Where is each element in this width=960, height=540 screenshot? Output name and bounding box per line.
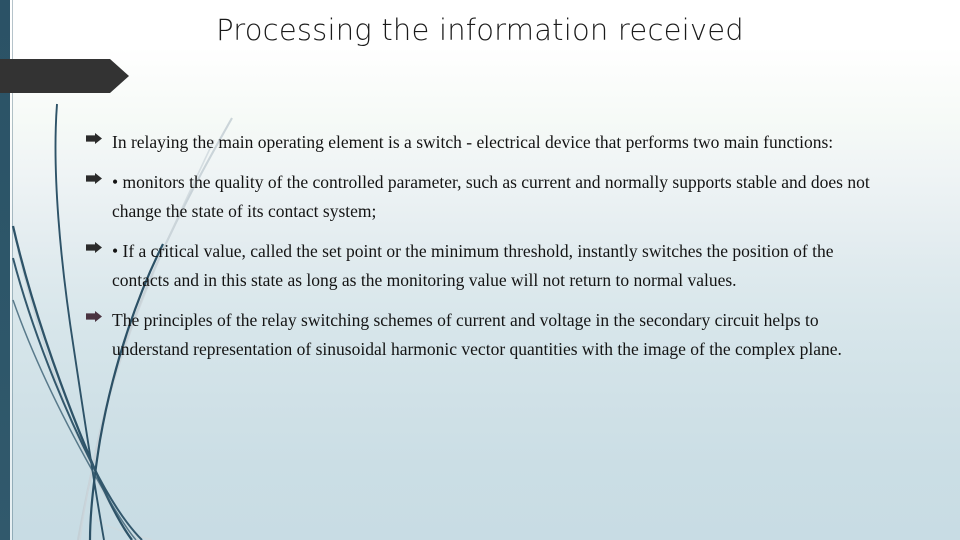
list-item-label: The principles of the relay switching sc… xyxy=(112,310,842,359)
list-item-label: • If a critical value, called the set po… xyxy=(112,241,834,290)
slide-canvas: Processing the information received In r… xyxy=(0,0,960,540)
arrow-bullet-icon xyxy=(86,173,102,184)
list-item: The principles of the relay switching sc… xyxy=(86,306,876,364)
arrow-banner-shape xyxy=(0,59,129,93)
list-item: • monitors the quality of the controlled… xyxy=(86,168,876,226)
arrow-bullet-icon xyxy=(86,133,102,144)
bullet-list: In relaying the main operating element i… xyxy=(86,128,876,375)
list-item-label: • monitors the quality of the controlled… xyxy=(112,172,870,221)
arrow-bullet-icon xyxy=(86,311,102,322)
arrow-bullet-icon xyxy=(86,242,102,253)
grass-blade-light-4 xyxy=(95,519,153,540)
list-item: In relaying the main operating element i… xyxy=(86,128,876,157)
page-title: Processing the information received xyxy=(216,13,744,47)
list-item-label: In relaying the main operating element i… xyxy=(112,132,834,152)
arrow-banner-path xyxy=(0,59,129,93)
list-item: • If a critical value, called the set po… xyxy=(86,237,876,295)
